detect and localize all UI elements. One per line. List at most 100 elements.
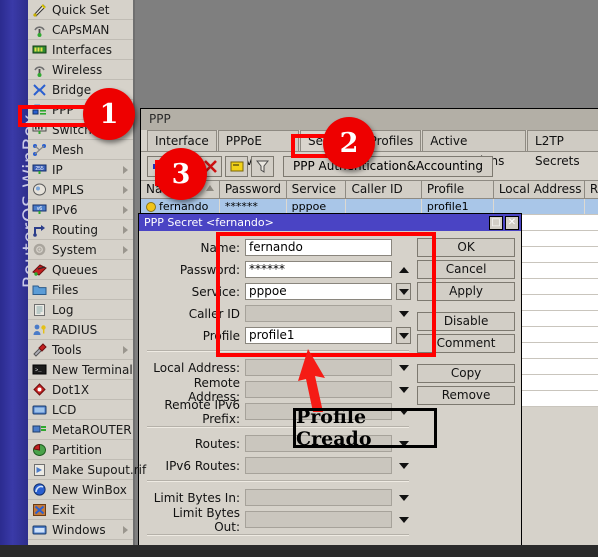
sidebar-item-label: Files [52, 282, 79, 297]
folder-icon [32, 283, 47, 297]
step-badge-3: 3 [155, 148, 207, 200]
chevron-right-icon [123, 346, 128, 354]
sidebar-item-label: Dot1X [52, 382, 90, 397]
table-cell: ****** [220, 199, 287, 214]
sidebar-item-radius[interactable]: RADIUS [28, 320, 133, 340]
status-badge [146, 201, 156, 212]
field-row-limit-bytes-out: Limit Bytes Out: [145, 506, 411, 534]
column-header-profile[interactable]: Profile [422, 181, 494, 198]
sidebar-item-wireless[interactable]: Wireless [28, 60, 133, 80]
winbox-brand-bar: RouterOS WinBox [0, 0, 28, 545]
sidebar-item-partition[interactable]: Partition [28, 440, 133, 460]
sidebar-item-label: IPv6 [52, 202, 78, 217]
table-cell [585, 199, 598, 214]
ppp-auth-accounting-button[interactable]: PPP Authentication&Accounting [283, 155, 493, 177]
sidebar-item-ipv6[interactable]: v6 IPv6 [28, 200, 133, 220]
sidebar-item-exit[interactable]: Exit [28, 500, 133, 520]
field-label-limit-bytes-out: Limit Bytes Out: [172, 505, 240, 534]
toolbar-filter-button[interactable] [251, 155, 274, 177]
sidebar-item-routing[interactable]: Routing [28, 220, 133, 240]
sidebar-item-lcd[interactable]: LCD [28, 400, 133, 420]
bridge-icon [32, 83, 47, 97]
terminal-icon: >_ [32, 363, 47, 377]
chevron-down-icon-limit-bytes-in[interactable] [396, 489, 411, 506]
supout-file-icon [32, 463, 47, 477]
callout-arrow-icon [298, 349, 325, 412]
sidebar-item-label: Mesh [52, 142, 84, 157]
sidebar-item-new-winbox[interactable]: New WinBox [28, 480, 133, 500]
sidebar-item-label: Log [52, 302, 74, 317]
window-icon [32, 523, 47, 537]
field-label-remote-ipv6-prefix: Remote IPv6 Prefix: [164, 397, 240, 426]
sidebar-item-windows[interactable]: Windows [28, 520, 133, 540]
field-label-ipv6-routes: IPv6 Routes: [165, 458, 240, 473]
table-cell: pppoe [287, 199, 347, 214]
sidebar-item-queues[interactable]: Queues [28, 260, 133, 280]
sidebar-item-mpls[interactable]: MPLS [28, 180, 133, 200]
radius-user-key-icon [32, 323, 47, 337]
column-header-password[interactable]: Password [220, 181, 287, 198]
column-header-local-address[interactable]: Local Address [494, 181, 585, 198]
chevron-down-icon-limit-bytes-out[interactable] [396, 511, 411, 528]
chevron-right-icon [123, 206, 128, 214]
maximize-icon[interactable]: □ [489, 215, 503, 230]
antenna-icon [32, 63, 47, 77]
exit-icon [32, 503, 47, 517]
sidebar-item-mesh[interactable]: Mesh [28, 140, 133, 160]
tab-l2tp-secrets[interactable]: L2TP Secrets [527, 130, 598, 168]
interface-card-icon [32, 43, 47, 57]
copy-button[interactable]: Copy [417, 364, 515, 383]
tools-wrench-icon [32, 342, 47, 357]
column-header-service[interactable]: Service [287, 181, 347, 198]
field-row-local-address: Local Address: [145, 358, 411, 377]
table-cell: fernando [141, 199, 220, 214]
mesh-icon [32, 143, 47, 157]
table-cell [494, 199, 585, 214]
field-label-routes: Routes: [194, 436, 240, 451]
chevron-right-icon [123, 526, 128, 534]
sidebar-item-system[interactable]: System [28, 240, 133, 260]
sidebar-item-tools[interactable]: Tools [28, 340, 133, 360]
field-row-ipv6-routes: IPv6 Routes: [145, 456, 411, 475]
close-icon[interactable]: ✕ [505, 215, 519, 230]
gear-icon [32, 243, 47, 257]
sidebar-item-make-supout-rif[interactable]: Make Supout.rif [28, 460, 146, 480]
winbox-icon [32, 482, 47, 497]
remove-button[interactable]: Remove [417, 386, 515, 405]
sidebar-item-capsman[interactable]: CAPsMAN [28, 20, 133, 40]
sidebar-item-dot1x[interactable]: Dot1X [28, 380, 133, 400]
sidebar-item-interfaces[interactable]: Interfaces [28, 40, 133, 60]
chevron-down-icon-remote-address[interactable] [396, 381, 411, 398]
ipv6-icon: v6 [32, 203, 47, 217]
sidebar-item-metarouter[interactable]: MetaROUTER [28, 420, 133, 440]
sidebar-item-label: LCD [52, 402, 77, 417]
sidebar-item-label: System [52, 242, 97, 257]
toolbar-comment-button[interactable] [225, 155, 248, 177]
dot1x-icon [32, 382, 47, 397]
sidebar-item-label: Windows [52, 522, 106, 537]
field-input-ipv6-routes[interactable] [245, 457, 393, 474]
chevron-down-icon-ipv6-routes[interactable] [396, 457, 411, 474]
field-input-limit-bytes-out[interactable] [245, 511, 393, 528]
sidebar-item-label: Quick Set [52, 2, 110, 17]
tab-active-connections[interactable]: Active Connections [422, 130, 527, 168]
log-icon [32, 303, 47, 317]
tab-pppoe-servers[interactable]: PPPoE Servers [217, 130, 300, 168]
sidebar-item-label: Exit [52, 502, 75, 517]
field-input-limit-bytes-in[interactable] [245, 489, 393, 506]
sidebar-item-files[interactable]: Files [28, 280, 133, 300]
field-row-limit-bytes-in: Limit Bytes In: [145, 488, 411, 507]
chevron-down-icon-local-address[interactable] [396, 359, 411, 376]
sidebar-item-new-terminal[interactable]: >_ New Terminal [28, 360, 133, 380]
column-header-caller-id[interactable]: Caller ID [346, 181, 422, 198]
sidebar-item-log[interactable]: Log [28, 300, 133, 320]
sidebar-item-label: Make Supout.rif [52, 462, 147, 477]
ppp-secret-title-text: PPP Secret <fernando> [144, 216, 274, 229]
sidebar-item-ip[interactable]: 255 IP [28, 160, 133, 180]
sidebar-item-quick-set[interactable]: Quick Set [28, 0, 133, 20]
secrets-column-header: NamePasswordServiceCaller IDProfileLocal… [141, 180, 598, 199]
winbox-brand-label: RouterOS WinBox [19, 113, 28, 289]
column-header-r[interactable]: R [585, 181, 598, 198]
field-row-remote-address: Remote Address: [145, 376, 411, 404]
lcd-screen-icon [32, 403, 47, 417]
